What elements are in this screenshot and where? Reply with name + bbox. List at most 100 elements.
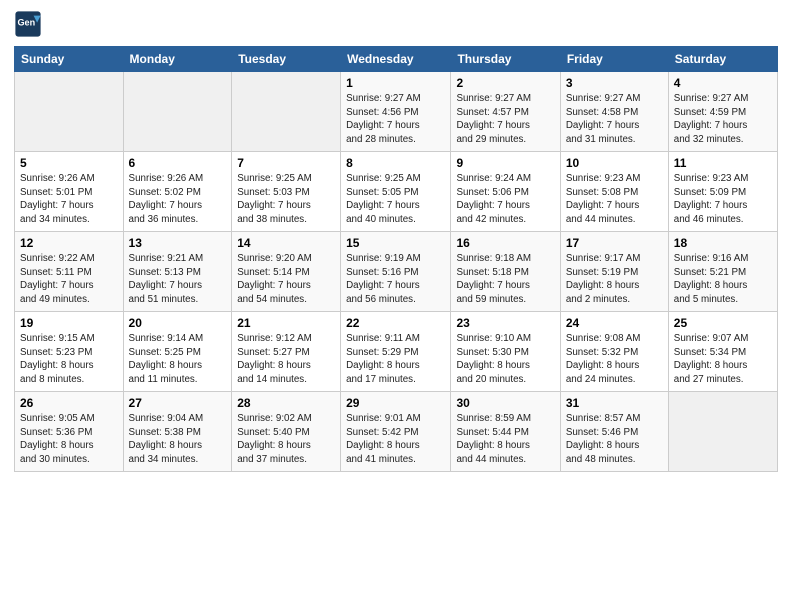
day-info: Sunrise: 9:12 AM Sunset: 5:27 PM Dayligh… <box>237 332 335 387</box>
calendar-week-row: 12 Sunrise: 9:22 AM Sunset: 5:11 PM Dayli… <box>15 232 778 312</box>
calendar-day-15: 15Sunrise: 9:19 AM Sunset: 5:16 PM Dayli… <box>341 232 451 312</box>
calendar-day-23: 23Sunrise: 9:10 AM Sunset: 5:30 PM Dayli… <box>451 312 560 392</box>
day-number: 4 <box>674 76 772 90</box>
calendar-day-empty <box>123 72 232 152</box>
calendar-day-10: 10Sunrise: 9:23 AM Sunset: 5:08 PM Dayli… <box>560 152 668 232</box>
day-number: 2 <box>456 76 554 90</box>
day-number: 12 <box>20 236 118 250</box>
day-info: Sunrise: 9:27 AM Sunset: 4:58 PM Dayligh… <box>566 92 663 147</box>
calendar-table: SundayMondayTuesdayWednesdayThursdayFrid… <box>14 46 778 472</box>
calendar-day-4: 4 Sunrise: 9:27 AM Sunset: 4:59 PM Daylig… <box>668 72 777 152</box>
logo-icon: Gen <box>14 10 42 38</box>
calendar-day-empty <box>15 72 124 152</box>
calendar-day-3: 3 Sunrise: 9:27 AM Sunset: 4:58 PM Daylig… <box>560 72 668 152</box>
calendar-day-25: 25Sunrise: 9:07 AM Sunset: 5:34 PM Dayli… <box>668 312 777 392</box>
day-number: 14 <box>237 236 335 250</box>
day-number: 25 <box>674 316 772 330</box>
calendar-day-9: 9 Sunrise: 9:24 AM Sunset: 5:06 PM Daylig… <box>451 152 560 232</box>
calendar-day-26: 26 Sunrise: 9:05 AM Sunset: 5:36 PM Dayli… <box>15 392 124 472</box>
day-info: Sunrise: 9:27 AM Sunset: 4:59 PM Dayligh… <box>674 92 772 147</box>
calendar-week-row: 19Sunrise: 9:15 AM Sunset: 5:23 PM Dayli… <box>15 312 778 392</box>
day-number: 5 <box>20 156 118 170</box>
day-number: 11 <box>674 156 772 170</box>
day-info: Sunrise: 9:08 AM Sunset: 5:32 PM Dayligh… <box>566 332 663 387</box>
calendar-day-14: 14 Sunrise: 9:20 AM Sunset: 5:14 PM Dayli… <box>232 232 341 312</box>
calendar-header-row: SundayMondayTuesdayWednesdayThursdayFrid… <box>15 47 778 72</box>
day-number: 9 <box>456 156 554 170</box>
day-number: 27 <box>129 396 227 410</box>
day-number: 7 <box>237 156 335 170</box>
calendar-header-wednesday: Wednesday <box>341 47 451 72</box>
day-number: 19 <box>20 316 118 330</box>
page: Gen SundayMondayTuesdayWednesdayThursday… <box>0 0 792 612</box>
day-info: Sunrise: 9:25 AM Sunset: 5:03 PM Dayligh… <box>237 172 335 227</box>
day-info: Sunrise: 9:24 AM Sunset: 5:06 PM Dayligh… <box>456 172 554 227</box>
day-info: Sunrise: 9:04 AM Sunset: 5:38 PM Dayligh… <box>129 412 227 467</box>
day-info: Sunrise: 9:27 AM Sunset: 4:57 PM Dayligh… <box>456 92 554 147</box>
day-info: Sunrise: 9:21 AM Sunset: 5:13 PM Dayligh… <box>129 252 227 307</box>
day-info: Sunrise: 9:01 AM Sunset: 5:42 PM Dayligh… <box>346 412 445 467</box>
day-info: Sunrise: 9:27 AM Sunset: 4:56 PM Dayligh… <box>346 92 445 147</box>
day-number: 18 <box>674 236 772 250</box>
day-info: Sunrise: 8:57 AM Sunset: 5:46 PM Dayligh… <box>566 412 663 467</box>
calendar-header-saturday: Saturday <box>668 47 777 72</box>
calendar-day-21: 21 Sunrise: 9:12 AM Sunset: 5:27 PM Dayli… <box>232 312 341 392</box>
day-number: 15 <box>346 236 445 250</box>
day-info: Sunrise: 9:10 AM Sunset: 5:30 PM Dayligh… <box>456 332 554 387</box>
calendar-day-13: 13 Sunrise: 9:21 AM Sunset: 5:13 PM Dayli… <box>123 232 232 312</box>
calendar-day-19: 19Sunrise: 9:15 AM Sunset: 5:23 PM Dayli… <box>15 312 124 392</box>
day-number: 28 <box>237 396 335 410</box>
calendar-week-row: 26 Sunrise: 9:05 AM Sunset: 5:36 PM Dayli… <box>15 392 778 472</box>
calendar-day-6: 6 Sunrise: 9:26 AM Sunset: 5:02 PM Daylig… <box>123 152 232 232</box>
day-info: Sunrise: 9:26 AM Sunset: 5:01 PM Dayligh… <box>20 172 118 227</box>
calendar-day-empty <box>668 392 777 472</box>
day-number: 31 <box>566 396 663 410</box>
day-info: Sunrise: 9:20 AM Sunset: 5:14 PM Dayligh… <box>237 252 335 307</box>
calendar-day-7: 7 Sunrise: 9:25 AM Sunset: 5:03 PM Daylig… <box>232 152 341 232</box>
day-number: 13 <box>129 236 227 250</box>
calendar-header-thursday: Thursday <box>451 47 560 72</box>
calendar-header-tuesday: Tuesday <box>232 47 341 72</box>
day-info: Sunrise: 9:16 AM Sunset: 5:21 PM Dayligh… <box>674 252 772 307</box>
day-number: 1 <box>346 76 445 90</box>
day-number: 30 <box>456 396 554 410</box>
day-info: Sunrise: 9:22 AM Sunset: 5:11 PM Dayligh… <box>20 252 118 307</box>
day-info: Sunrise: 9:26 AM Sunset: 5:02 PM Dayligh… <box>129 172 227 227</box>
calendar-day-29: 29 Sunrise: 9:01 AM Sunset: 5:42 PM Dayli… <box>341 392 451 472</box>
calendar-day-17: 17Sunrise: 9:17 AM Sunset: 5:19 PM Dayli… <box>560 232 668 312</box>
calendar-day-12: 12 Sunrise: 9:22 AM Sunset: 5:11 PM Dayli… <box>15 232 124 312</box>
day-info: Sunrise: 9:18 AM Sunset: 5:18 PM Dayligh… <box>456 252 554 307</box>
svg-text:Gen: Gen <box>18 17 36 27</box>
day-number: 26 <box>20 396 118 410</box>
day-info: Sunrise: 9:25 AM Sunset: 5:05 PM Dayligh… <box>346 172 445 227</box>
day-info: Sunrise: 9:02 AM Sunset: 5:40 PM Dayligh… <box>237 412 335 467</box>
calendar-day-30: 30 Sunrise: 8:59 AM Sunset: 5:44 PM Dayli… <box>451 392 560 472</box>
calendar-day-11: 11 Sunrise: 9:23 AM Sunset: 5:09 PM Dayli… <box>668 152 777 232</box>
calendar-day-5: 5 Sunrise: 9:26 AM Sunset: 5:01 PM Daylig… <box>15 152 124 232</box>
calendar-header-sunday: Sunday <box>15 47 124 72</box>
calendar-day-22: 22Sunrise: 9:11 AM Sunset: 5:29 PM Dayli… <box>341 312 451 392</box>
day-number: 21 <box>237 316 335 330</box>
day-number: 8 <box>346 156 445 170</box>
day-number: 22 <box>346 316 445 330</box>
calendar-day-28: 28 Sunrise: 9:02 AM Sunset: 5:40 PM Dayli… <box>232 392 341 472</box>
day-number: 10 <box>566 156 663 170</box>
calendar-week-row: 5 Sunrise: 9:26 AM Sunset: 5:01 PM Daylig… <box>15 152 778 232</box>
day-info: Sunrise: 9:14 AM Sunset: 5:25 PM Dayligh… <box>129 332 227 387</box>
day-info: Sunrise: 9:23 AM Sunset: 5:09 PM Dayligh… <box>674 172 772 227</box>
calendar-day-20: 20 Sunrise: 9:14 AM Sunset: 5:25 PM Dayli… <box>123 312 232 392</box>
day-number: 16 <box>456 236 554 250</box>
calendar-header-friday: Friday <box>560 47 668 72</box>
calendar-day-2: 2 Sunrise: 9:27 AM Sunset: 4:57 PM Daylig… <box>451 72 560 152</box>
calendar-day-31: 31 Sunrise: 8:57 AM Sunset: 5:46 PM Dayli… <box>560 392 668 472</box>
day-info: Sunrise: 9:05 AM Sunset: 5:36 PM Dayligh… <box>20 412 118 467</box>
calendar-day-1: 1 Sunrise: 9:27 AM Sunset: 4:56 PM Daylig… <box>341 72 451 152</box>
day-number: 3 <box>566 76 663 90</box>
day-number: 6 <box>129 156 227 170</box>
logo: Gen <box>14 10 46 38</box>
day-number: 29 <box>346 396 445 410</box>
day-info: Sunrise: 8:59 AM Sunset: 5:44 PM Dayligh… <box>456 412 554 467</box>
day-number: 24 <box>566 316 663 330</box>
day-number: 20 <box>129 316 227 330</box>
calendar-day-27: 27 Sunrise: 9:04 AM Sunset: 5:38 PM Dayli… <box>123 392 232 472</box>
